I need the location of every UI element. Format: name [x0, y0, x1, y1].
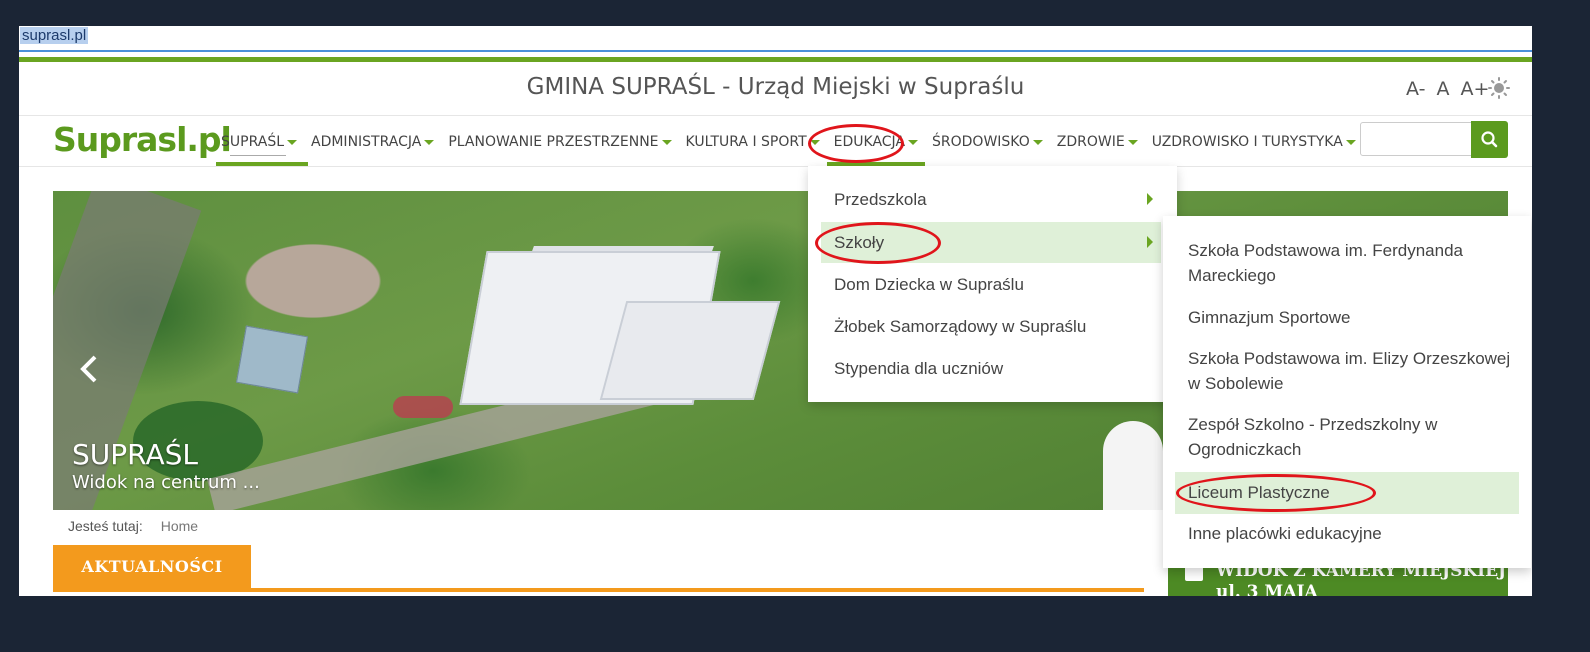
sun-icon[interactable]	[1488, 77, 1510, 99]
menu-item-szkoly[interactable]: Szkoły	[821, 222, 1161, 263]
page-title: GMINA SUPRAŚL - Urząd Miejski w Supraślu	[526, 74, 1025, 100]
nav-item-zdrowie[interactable]: ZDROWIE	[1050, 122, 1145, 162]
hero-subtitle: Widok na centrum ...	[72, 472, 260, 493]
submenu-item-gimnazjum[interactable]: Gimnazjum Sportowe	[1175, 305, 1519, 330]
chevron-right-icon	[1147, 236, 1153, 248]
nav-item-administracja[interactable]: ADMINISTRACJA	[304, 122, 441, 162]
font-decrease-button[interactable]: A-	[1406, 78, 1425, 100]
search-icon	[1481, 131, 1498, 148]
address-bar[interactable]: suprasl.pl	[19, 26, 1532, 52]
top-green-bar	[19, 57, 1532, 62]
caret-down-icon	[1032, 139, 1043, 145]
nav-item-planowanie[interactable]: PLANOWANIE PRZESTRZENNE	[441, 122, 678, 162]
nav-item-uzdrowisko[interactable]: UZDROWISKO I TURYSTYKA	[1145, 122, 1363, 162]
news-tab[interactable]: AKTUALNOŚCI	[53, 545, 251, 588]
caret-down-icon	[809, 139, 820, 145]
caret-down-icon	[1345, 139, 1356, 145]
caret-down-icon	[661, 139, 672, 145]
submenu-item-sp-mareckiego[interactable]: Szkoła Podstawowa im. Ferdynanda Marecki…	[1175, 238, 1519, 288]
menu-item-stypendia[interactable]: Stypendia dla uczniów	[821, 348, 1161, 389]
divider	[19, 115, 1532, 116]
search-button[interactable]	[1471, 121, 1508, 158]
main-nav: SUPRAŚL ADMINISTRACJA PLANOWANIE PRZESTR…	[214, 122, 1363, 166]
site-logo[interactable]: Suprasl.pl	[53, 120, 232, 159]
nav-item-srodowisko[interactable]: ŚRODOWISKO	[925, 122, 1050, 162]
address-text[interactable]: suprasl.pl	[20, 27, 89, 44]
browser-page: suprasl.pl GMINA SUPRAŚL - Urząd Miejski…	[19, 26, 1532, 596]
nav-item-suprasl[interactable]: SUPRAŚL	[214, 122, 308, 166]
chevron-left-icon[interactable]	[79, 354, 99, 384]
nav-item-edukacja[interactable]: EDUKACJA	[826, 122, 926, 166]
font-normal-button[interactable]: A	[1436, 78, 1449, 100]
news-underline	[53, 588, 1144, 592]
font-increase-button[interactable]: A+	[1461, 78, 1490, 100]
edukacja-dropdown: Przedszkola Szkoły Dom Dziecka w Supraśl…	[808, 166, 1177, 402]
search-input[interactable]	[1360, 122, 1472, 156]
menu-item-dom-dziecka[interactable]: Dom Dziecka w Supraślu	[821, 264, 1161, 305]
menu-item-przedszkola[interactable]: Przedszkola	[821, 179, 1161, 220]
divider	[19, 166, 1532, 167]
breadcrumb: Jesteś tutaj: Home	[68, 518, 198, 534]
szkoly-submenu: Szkoła Podstawowa im. Ferdynanda Marecki…	[1163, 216, 1531, 568]
menu-item-zlobek[interactable]: Żłobek Samorządowy w Supraślu	[821, 306, 1161, 347]
submenu-item-zsp-ogrodniczki[interactable]: Zespół Szkolno - Przedszkolny w Ogrodnic…	[1175, 412, 1519, 462]
nav-item-kultura[interactable]: KULTURA I SPORT	[679, 122, 827, 162]
breadcrumb-label: Jesteś tutaj:	[68, 518, 143, 534]
breadcrumb-home-link[interactable]: Home	[161, 518, 198, 534]
caret-down-icon	[424, 139, 435, 145]
submenu-item-sp-sobolewo[interactable]: Szkoła Podstawowa im. Elizy Orzeszkowej …	[1175, 346, 1519, 396]
submenu-item-inne[interactable]: Inne placówki edukacyjne	[1175, 521, 1519, 546]
font-size-controls: A- A A+	[1406, 78, 1493, 100]
caret-down-icon	[1127, 139, 1138, 145]
hero-title: SUPRAŚL	[72, 438, 198, 471]
caret-down-icon	[908, 139, 919, 145]
caret-down-icon	[287, 139, 297, 145]
submenu-item-liceum-plastyczne[interactable]: Liceum Plastyczne	[1175, 472, 1519, 514]
chevron-right-icon	[1147, 193, 1153, 205]
